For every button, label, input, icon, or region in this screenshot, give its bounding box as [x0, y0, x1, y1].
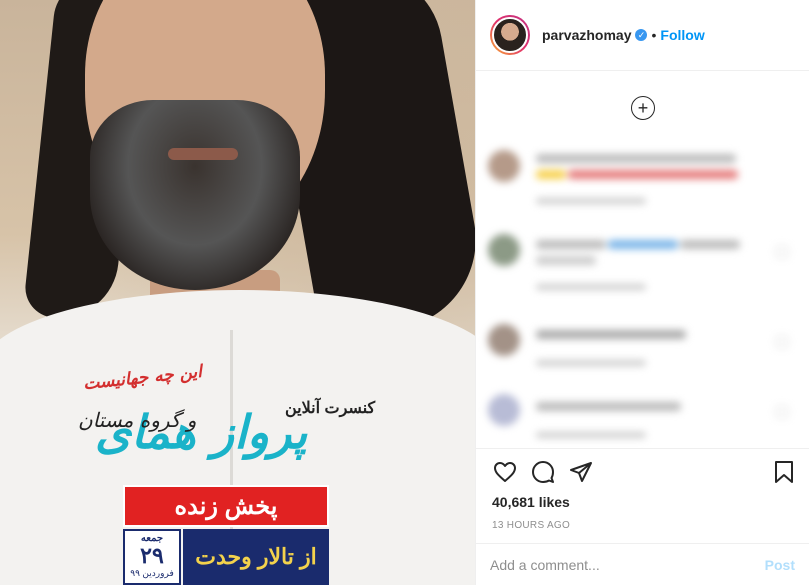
photo-beard	[90, 100, 300, 290]
blurred-text	[536, 256, 596, 265]
list-item	[488, 234, 788, 294]
blurred-text	[536, 170, 566, 179]
comment-icon[interactable]	[528, 457, 558, 487]
verified-badge-icon: ✓	[635, 29, 648, 41]
avatar-image	[492, 17, 528, 53]
blurred-text	[536, 330, 686, 339]
blurred-meta	[536, 198, 646, 204]
blurred-avatar	[488, 234, 520, 266]
blurred-text	[568, 170, 738, 179]
comment-input[interactable]	[490, 556, 765, 573]
poster-group-label: و گروه مستان	[78, 408, 197, 432]
blurred-like-icon	[776, 406, 788, 418]
blurred-text	[536, 240, 606, 249]
share-icon[interactable]	[566, 457, 596, 487]
username-link[interactable]: parvazhomay	[542, 27, 631, 43]
comments-list: +	[476, 72, 809, 448]
avatar[interactable]	[490, 15, 530, 55]
post-timestamp[interactable]: 13 HOURS AGO	[492, 520, 570, 531]
blurred-text	[680, 240, 740, 249]
heart-icon[interactable]	[490, 457, 520, 487]
list-item	[488, 394, 788, 444]
bookmark-icon[interactable]	[769, 457, 799, 487]
blurred-text	[536, 154, 736, 163]
post-header: parvazhomay ✓ • Follow	[476, 0, 809, 71]
list-item	[488, 150, 788, 210]
post-sidebar: parvazhomay ✓ • Follow + 40,681 likes 13…	[475, 0, 809, 585]
post-image[interactable]: این چه جهانیست کنسرت آنلاین پرواز همای و…	[0, 0, 475, 585]
follow-button[interactable]: Follow	[660, 27, 704, 43]
blurred-text	[536, 402, 681, 411]
blurred-like-icon	[776, 246, 788, 258]
blurred-avatar	[488, 150, 520, 182]
post-modal: این چه جهانیست کنسرت آنلاین پرواز همای و…	[0, 0, 809, 585]
header-separator: •	[651, 27, 657, 43]
blurred-like-icon	[776, 336, 788, 348]
blurred-text	[608, 240, 678, 249]
add-comment-bar: Post	[476, 543, 809, 585]
poster-date-number: ۲۹	[140, 543, 164, 568]
blurred-avatar	[488, 394, 520, 426]
poster-live-banner: پخش زنده	[123, 485, 329, 527]
poster-venue-banner: از تالار وحدت	[183, 529, 329, 585]
list-item	[488, 324, 788, 374]
poster-date-box: جمعه ۲۹ فروردین ۹۹	[123, 529, 181, 585]
blurred-meta	[536, 284, 646, 290]
poster-date-month: فروردین ۹۹	[130, 568, 174, 578]
plus-circle-icon[interactable]: +	[631, 96, 655, 120]
photo-mouth	[168, 148, 238, 160]
blurred-avatar	[488, 324, 520, 356]
blurred-meta	[536, 432, 646, 438]
post-comment-button[interactable]: Post	[765, 557, 795, 573]
blurred-meta	[536, 360, 646, 366]
likes-count[interactable]: 40,681 likes	[492, 494, 570, 510]
action-bar	[476, 448, 809, 498]
